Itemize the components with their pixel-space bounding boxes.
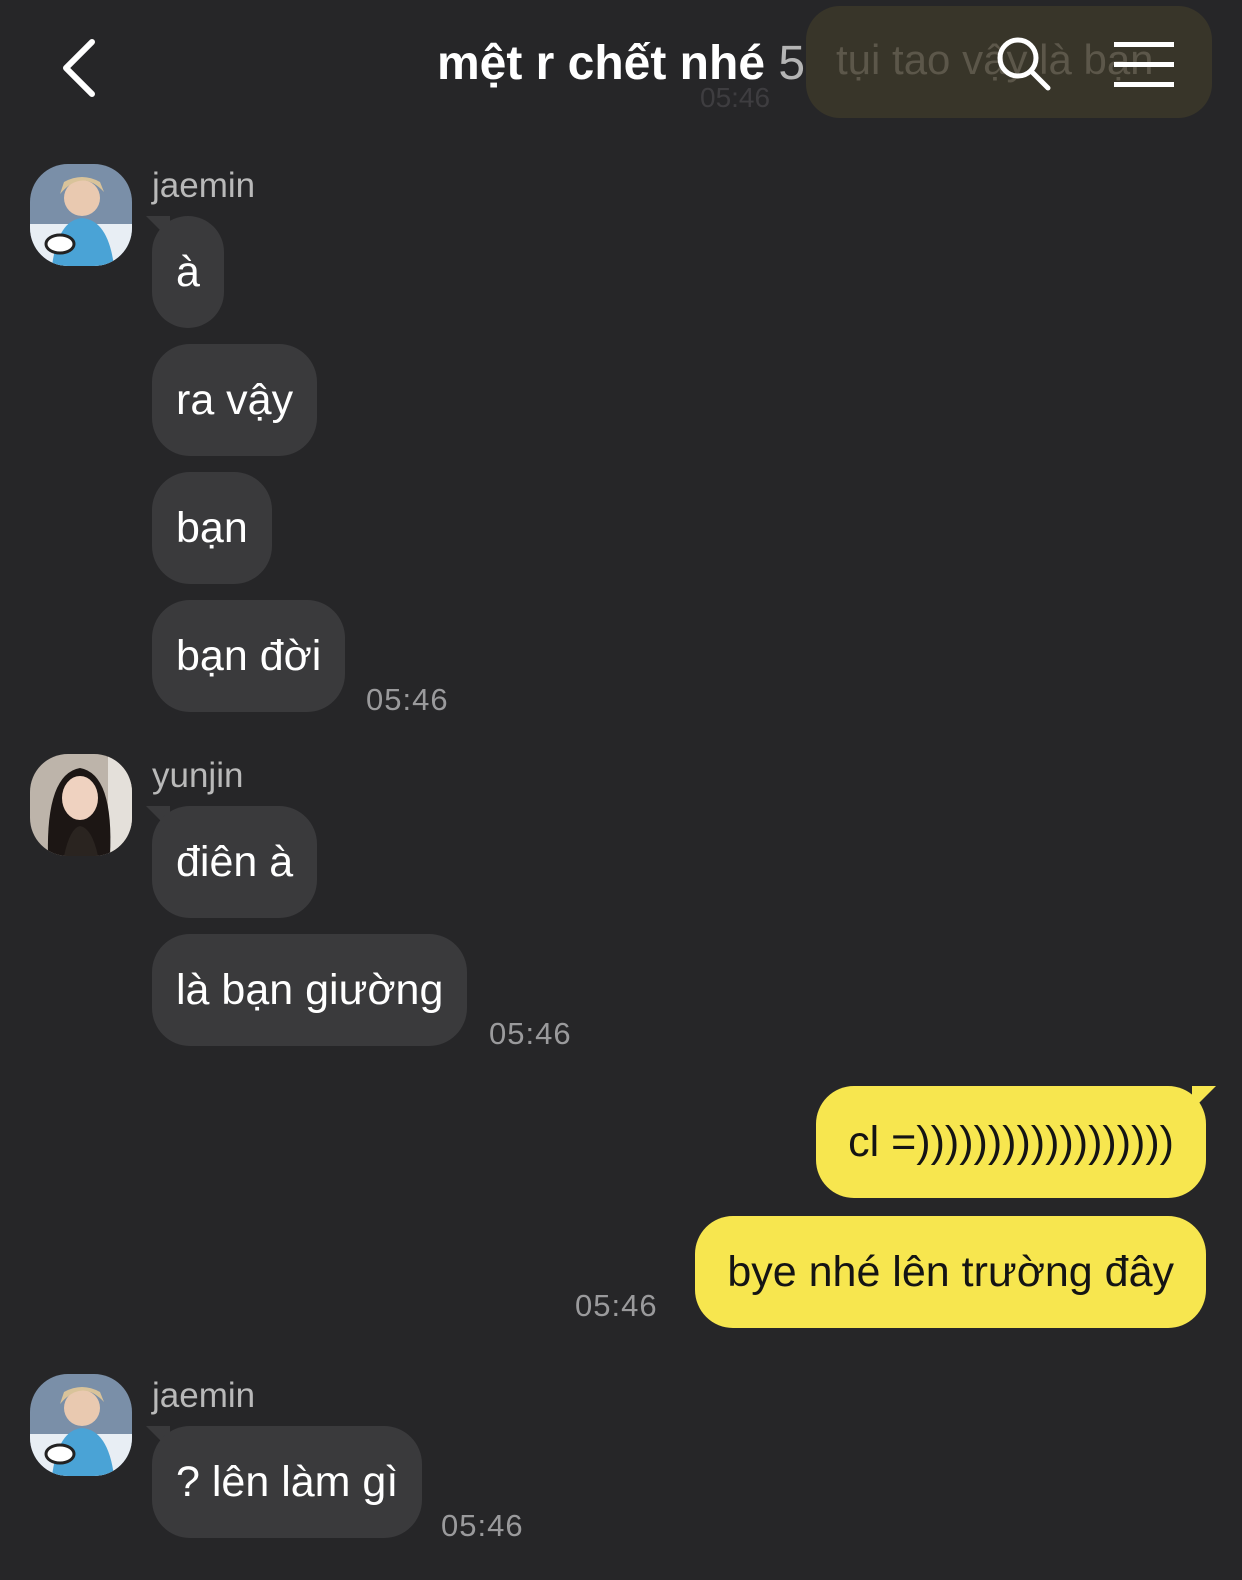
message-timestamp: 05:46 [489, 1016, 572, 1051]
incoming-message[interactable]: ? lên làm gì [152, 1426, 423, 1538]
outgoing-message[interactable]: cl =)))))))))))))))))) [816, 1086, 1206, 1198]
incoming-message[interactable]: bạn [152, 472, 272, 584]
sender-name: jaemin [152, 166, 256, 205]
message-timestamp: 05:46 [441, 1508, 524, 1543]
chat-title-text: mệt r chết nhé [436, 37, 766, 90]
incoming-message[interactable]: ra vậy [152, 344, 318, 456]
search-icon[interactable] [996, 36, 1052, 92]
message-timestamp: 05:46 [366, 682, 449, 717]
hamburger-menu-icon[interactable] [1114, 40, 1176, 90]
incoming-message[interactable]: bạn đời [152, 600, 346, 712]
incoming-message[interactable]: là bạn giường [152, 934, 468, 1046]
avatar-jaemin[interactable] [30, 1374, 132, 1476]
sender-name: yunjin [152, 756, 244, 795]
member-count: 5 [778, 37, 806, 90]
chat-title: mệt r chết nhé 5 [0, 36, 1242, 91]
outgoing-message[interactable]: bye nhé lên trường đây [695, 1216, 1206, 1328]
incoming-message[interactable]: à [152, 216, 224, 328]
incoming-message[interactable]: điên à [152, 806, 318, 918]
avatar-jaemin[interactable] [30, 164, 132, 266]
avatar-yunjin[interactable] [30, 754, 132, 856]
sender-name: jaemin [152, 1376, 256, 1415]
message-timestamp: 05:46 [575, 1288, 658, 1323]
